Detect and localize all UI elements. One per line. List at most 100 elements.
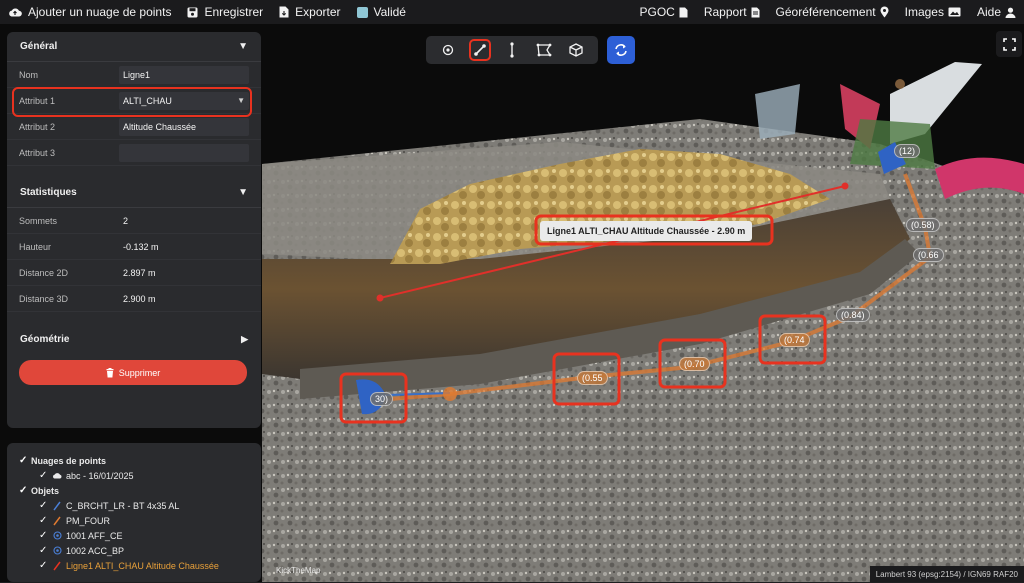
point-label: (0.55 (577, 371, 608, 385)
file-icon (751, 7, 760, 17)
save-icon (187, 7, 198, 17)
top-menu-bar: Ajouter un nuage de points Enregistrer E… (0, 0, 1024, 24)
object-item-selected[interactable]: ✓ Ligne1 ALTI_CHAU Altitude Chaussée (19, 558, 249, 573)
field-label: Attribut 3 (19, 147, 56, 158)
vertices-row: Sommets 2 (7, 208, 261, 234)
images-button[interactable]: Images (897, 0, 969, 24)
tree-label: Ligne1 ALTI_CHAU Altitude Chaussée (66, 560, 219, 571)
attribute2-field[interactable]: Altitude Chaussée (119, 117, 249, 136)
georef-button[interactable]: Géoréférencement (768, 0, 897, 24)
distance3d-row: Distance 3D 2.900 m (7, 286, 261, 312)
general-section-header[interactable]: Général ▼ (7, 32, 261, 62)
pgoc-label: PGOC (639, 5, 675, 19)
point-label: (0.66 (913, 248, 944, 262)
field-label: Nom (19, 69, 39, 80)
caret-down-icon: ▼ (238, 41, 248, 52)
refresh-button[interactable] (607, 36, 635, 64)
field-label: Attribut 2 (19, 121, 56, 132)
trash-icon (106, 367, 114, 377)
vertical-measure-icon (510, 42, 514, 58)
point-label: (0.74 (779, 333, 810, 347)
cloud-item[interactable]: ✓ abc - 16/01/2025 (19, 468, 249, 483)
objects-group[interactable]: ✓ Objets (19, 483, 249, 498)
attribute2-row: Attribut 2 Altitude Chaussée (7, 114, 261, 140)
stat-label: Distance 3D (19, 293, 69, 304)
export-label: Exporter (295, 5, 341, 19)
group-title: Objets (31, 485, 60, 496)
refresh-icon (615, 44, 627, 56)
cloud-icon (51, 472, 63, 479)
stat-label: Hauteur (19, 241, 52, 252)
check-icon[interactable]: ✓ (39, 560, 51, 571)
attribute3-field[interactable] (119, 143, 249, 162)
report-label: Rapport (703, 5, 747, 19)
height-tool-button[interactable] (501, 39, 523, 61)
checkbox-icon[interactable] (356, 6, 368, 18)
point-label: (0.84) (836, 308, 870, 322)
point-label: (0.70 (679, 357, 710, 371)
statistics-section-header[interactable]: Statistiques ▼ (7, 178, 261, 208)
line-icon (51, 516, 63, 526)
object-item[interactable]: ✓ C_BRCHT_LR - BT 4x35 AL (19, 498, 249, 513)
stat-value: 2 (123, 215, 129, 226)
check-icon[interactable]: ✓ (39, 515, 51, 526)
name-row: Nom Ligne1 (7, 62, 261, 88)
stat-label: Sommets (19, 215, 58, 226)
object-item[interactable]: ✓ 1002 ACC_BP (19, 543, 249, 558)
stat-label: Distance 2D (19, 267, 69, 278)
delete-label: Supprimer (118, 367, 161, 378)
add-cloud-button[interactable]: Ajouter un nuage de points (0, 0, 179, 24)
fullscreen-button[interactable] (996, 31, 1022, 57)
polygon-icon (536, 43, 552, 57)
coordinate-system-footer: Lambert 93 (epsg:2154) / IGN69 RAF20 (869, 566, 1024, 582)
object-item[interactable]: ✓ 1001 AFF_CE (19, 528, 249, 543)
check-icon[interactable]: ✓ (39, 545, 51, 556)
tree-label: C_BRCHT_LR - BT 4x35 AL (66, 500, 180, 511)
delete-button[interactable]: Supprimer (19, 360, 247, 385)
polygon-tool-button[interactable] (533, 39, 555, 61)
line-icon (51, 501, 63, 511)
help-label: Aide (976, 5, 1001, 19)
point-label: (0.58) (906, 218, 940, 232)
volume-tool-button[interactable] (565, 39, 587, 61)
point-label: (12) (894, 144, 921, 158)
measurement-label: Ligne1 ALTI_CHAU Altitude Chaussée - 2.9… (540, 221, 753, 241)
export-button[interactable]: Exporter (271, 0, 348, 24)
properties-panel: Général ▼ Nom Ligne1 Attribut 1 ALTI_CHA… (7, 32, 261, 428)
tree-label: abc - 16/01/2025 (66, 470, 134, 481)
file-icon (679, 7, 688, 17)
check-icon[interactable]: ✓ (19, 485, 31, 496)
object-item[interactable]: ✓ PM_FOUR (19, 513, 249, 528)
tree-label: PM_FOUR (66, 515, 111, 526)
help-button[interactable]: Aide (969, 0, 1024, 24)
geometry-section-header[interactable]: Géométrie ▶ (7, 324, 261, 354)
pgoc-button[interactable]: PGOC (632, 0, 696, 24)
validated-toggle[interactable]: Validé (349, 0, 414, 24)
file-export-icon (279, 6, 289, 18)
fullscreen-icon (1002, 37, 1016, 51)
section-title: Statistiques (20, 187, 77, 198)
user-icon (1005, 7, 1016, 18)
validated-label: Validé (373, 5, 406, 19)
check-icon[interactable]: ✓ (39, 470, 51, 481)
line-tool-button[interactable] (469, 39, 491, 61)
clouds-group[interactable]: ✓ Nuages de points (19, 453, 249, 468)
point-tool-button[interactable] (437, 39, 459, 61)
group-title: Nuages de points (31, 455, 107, 466)
point-icon (51, 546, 63, 555)
check-icon[interactable]: ✓ (39, 530, 51, 541)
tree-label: 1001 AFF_CE (66, 530, 123, 541)
section-title: Général (20, 41, 58, 52)
georef-label: Géoréférencement (775, 5, 876, 19)
line-icon (474, 44, 486, 56)
tree-label: 1002 ACC_BP (66, 545, 125, 556)
cube-icon (569, 43, 583, 57)
save-button[interactable]: Enregistrer (179, 0, 271, 24)
layer-tree-panel: ✓ Nuages de points ✓ abc - 16/01/2025 ✓ … (7, 443, 261, 582)
check-icon[interactable]: ✓ (19, 455, 31, 466)
stat-value: 2.897 m (123, 267, 156, 278)
report-button[interactable]: Rapport (696, 0, 768, 24)
check-icon[interactable]: ✓ (39, 500, 51, 511)
name-field[interactable]: Ligne1 (119, 65, 249, 84)
watermark: KickTheMap (276, 566, 321, 575)
